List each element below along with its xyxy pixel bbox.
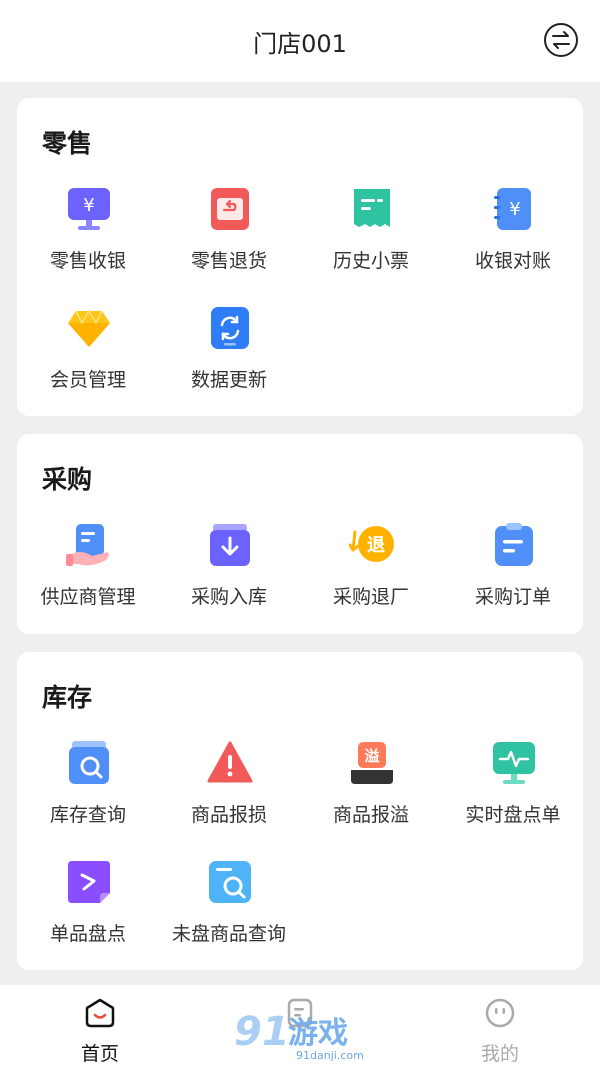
section-title: 零售 <box>42 129 93 158</box>
top-bar: 门店001 <box>0 0 600 82</box>
svg-text:溢: 溢 <box>364 747 379 765</box>
menu-item-purchase-order[interactable]: 采购订单 <box>443 522 583 622</box>
menu-item-history-receipt[interactable]: 历史小票 <box>301 186 441 286</box>
profile-icon <box>485 998 515 1028</box>
supplier-icon <box>66 524 109 566</box>
menu-item-reconcile[interactable]: ¥ 收银对账 <box>443 186 583 286</box>
menu-item-label: 会员管理 <box>49 369 126 391</box>
svg-text:¥: ¥ <box>509 199 520 220</box>
menu-item-label: 零售收银 <box>49 250 126 272</box>
menu-item-purchase-return[interactable]: 退 采购退厂 <box>301 522 441 622</box>
menu-item-retail-return[interactable]: 零售退货 <box>159 186 299 286</box>
svg-text:游戏: 游戏 <box>288 1016 348 1051</box>
menu-item-realtime-count[interactable]: 实时盘点单 <box>443 740 583 840</box>
menu-item-supplier[interactable]: 供应商管理 <box>18 522 158 622</box>
diamond-icon <box>68 309 110 347</box>
menu-item-label: 实时盘点单 <box>465 804 561 826</box>
menu-item-label: 商品报损 <box>190 804 267 826</box>
section-inventory: 库存 库存查询 商品报损 溢 商品报溢 实时盘点单 单品盘点 未盘商品查询 <box>17 652 583 970</box>
inventory-search-icon <box>69 741 109 784</box>
svg-text:91danji.com: 91danji.com <box>296 1049 364 1062</box>
watermark-logo: 91 游戏 91danji.com <box>234 1009 364 1062</box>
tab-home[interactable]: 首页 <box>40 985 160 1067</box>
menu-item-label: 单品盘点 <box>49 923 126 945</box>
overflow-icon: 溢 <box>351 742 393 784</box>
menu-item-uncounted-query[interactable]: 未盘商品查询 <box>159 859 299 959</box>
section-title: 库存 <box>42 683 93 712</box>
menu-item-label: 采购订单 <box>474 586 551 608</box>
cashier-icon: ¥ <box>68 188 110 230</box>
menu-item-overflow-report[interactable]: 溢 商品报溢 <box>301 740 441 840</box>
menu-item-label: 商品报溢 <box>332 804 409 826</box>
svg-text:¥: ¥ <box>83 195 94 216</box>
menu-item-label: 采购退厂 <box>332 586 409 608</box>
menu-item-retail-cashier[interactable]: ¥ 零售收银 <box>18 186 158 286</box>
return-icon <box>211 188 249 230</box>
menu-item-label: 未盘商品查询 <box>171 923 286 945</box>
receipt-icon <box>354 189 390 227</box>
switch-store-icon[interactable] <box>543 22 579 58</box>
tab-label: 我的 <box>480 1043 519 1065</box>
refresh-icon <box>211 307 249 349</box>
menu-item-damage-report[interactable]: 商品报损 <box>159 740 299 840</box>
inbound-icon <box>210 524 250 566</box>
realtime-count-icon <box>493 742 535 784</box>
menu-item-label: 库存查询 <box>49 804 126 826</box>
tab-profile[interactable]: 我的 <box>440 985 560 1067</box>
return-to-factory-icon: 退 <box>349 526 394 562</box>
order-clipboard-icon <box>495 523 533 566</box>
menu-item-label: 供应商管理 <box>40 586 136 608</box>
menu-item-inventory-query[interactable]: 库存查询 <box>18 740 158 840</box>
menu-item-purchase-inbound[interactable]: 采购入库 <box>159 522 299 622</box>
tab-label: 首页 <box>80 1043 119 1065</box>
section-purchase: 采购 供应商管理 采购入库 退 采购退厂 采购订单 <box>17 434 583 634</box>
reconcile-icon: ¥ <box>494 188 531 230</box>
single-count-icon <box>68 861 110 903</box>
menu-item-data-update[interactable]: 数据更新 <box>159 305 299 405</box>
warning-icon <box>207 741 253 783</box>
menu-item-label: 收银对账 <box>474 250 551 272</box>
svg-text:91: 91 <box>234 1009 290 1055</box>
svg-text:退: 退 <box>367 535 385 556</box>
page-title: 门店001 <box>253 30 347 58</box>
menu-item-label: 历史小票 <box>332 250 409 272</box>
section-retail: 零售 ¥ 零售收银 零售退货 历史小票 ¥ 收银对账 会员管理 数据更新 <box>17 98 583 416</box>
menu-item-label: 采购入库 <box>190 586 267 608</box>
section-title: 采购 <box>42 465 93 494</box>
menu-item-member[interactable]: 会员管理 <box>18 305 158 405</box>
menu-item-label: 零售退货 <box>190 250 267 272</box>
menu-item-single-count[interactable]: 单品盘点 <box>18 859 158 959</box>
menu-item-label: 数据更新 <box>190 369 267 391</box>
home-icon <box>85 998 115 1028</box>
uncounted-search-icon <box>209 861 251 903</box>
